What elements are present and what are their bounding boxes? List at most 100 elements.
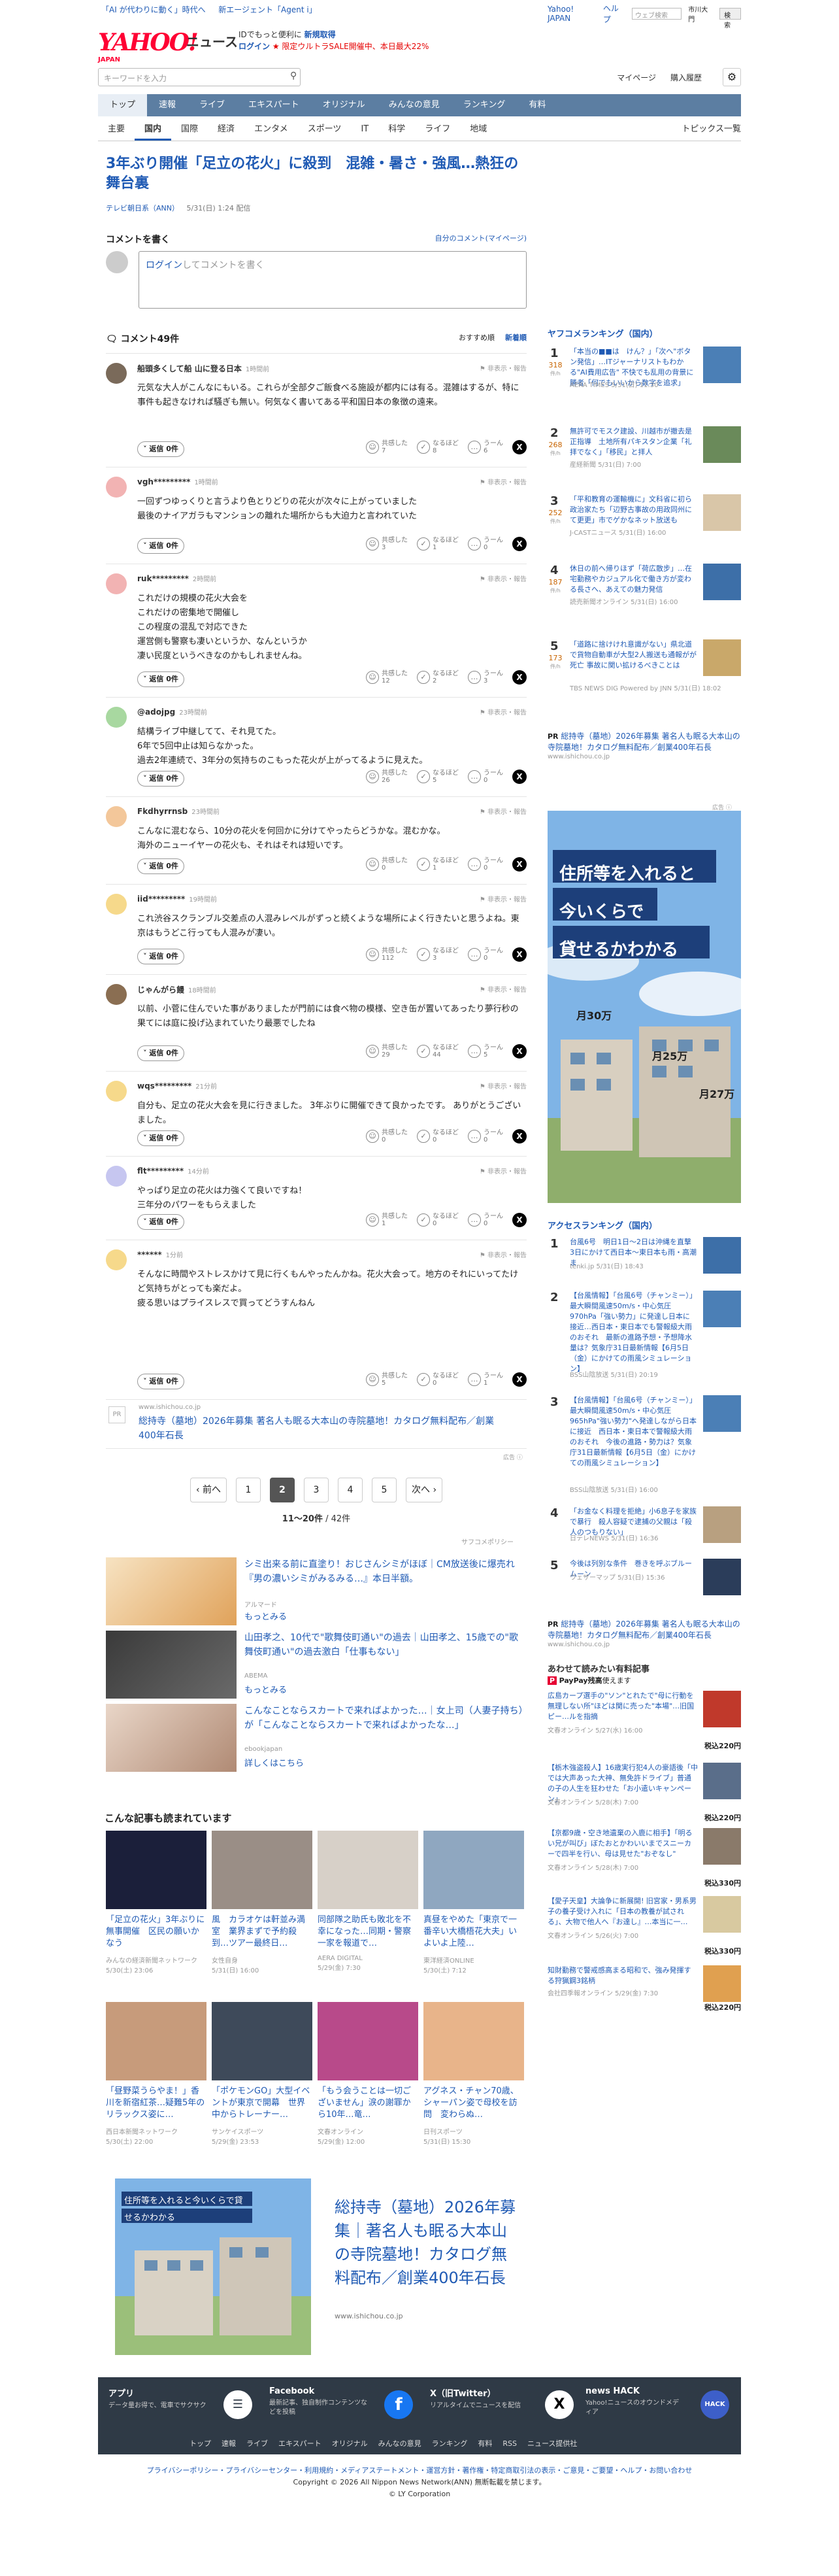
pr-card[interactable]: PR www.ishichou.co.jp 総持寺（墓地）2026年募集 著名人…	[106, 1399, 527, 1449]
comment-login-link[interactable]: ログイン	[146, 260, 182, 271]
vote-understand-button[interactable]: ✓ なるほど 0	[417, 1129, 459, 1144]
comment-user[interactable]: iid********* 19時間前	[137, 894, 217, 904]
yafukome-rank-item[interactable]: 4 187 件/h 休日の前へ帰りほず「荷広散步」…在宅勤務やカジュアル化で働き方が変…	[548, 564, 741, 636]
nav-tab-paid[interactable]: 有料	[517, 94, 557, 116]
rank-thumbnail[interactable]	[703, 1395, 741, 1432]
paid-article-thumbnail[interactable]	[703, 1896, 741, 1933]
related-article-card[interactable]: 「昼野菜うらやま！」香川を新宿紅茶…疑難5年のリラックス姿に… 西日本新聞ネットワ…	[106, 2002, 206, 2165]
related-article-title[interactable]: 「ポケモンGO」大型イベントが東京で開幕 世界中からトレーナー…	[212, 2086, 312, 2122]
next-page-button[interactable]: 次へ ›	[406, 1478, 443, 1502]
comment-user[interactable]: ruk********* 2時間前	[137, 573, 216, 583]
vote-understand-button[interactable]: ✓ なるほど 1	[417, 537, 459, 551]
paid-article-title[interactable]: 【愛子天皇】大論争に新展開! 旧宮家・男系男子の養子受け入れに「日本の教養が試さ…	[548, 1896, 698, 1927]
yafukome-rank-item[interactable]: 2 268 件/h 無許可でモスク建設、川越市が撤去是正指導 土地所有パキスタン企業「…	[548, 426, 741, 498]
comment-report-link[interactable]: ⚑ 非表示・報告	[480, 806, 527, 816]
rank-thumbnail[interactable]	[703, 1237, 741, 1274]
category-domestic[interactable]: 国内	[135, 118, 172, 141]
article-title[interactable]: 3年ぶり開催「足立の花火」に殺到 混雑・暑さ・強風…熱狂の舞台裏	[106, 154, 524, 194]
nav-tab-original[interactable]: オリジナル	[311, 94, 377, 116]
vote-hmm-button[interactable]: … うーん 6	[468, 440, 503, 454]
paid-article-thumbnail[interactable]	[703, 1965, 741, 2002]
comment-user[interactable]: 船頭多くして船 山に登る日本 1時間前	[137, 363, 269, 374]
sponsored-item[interactable]: シミ出来る前に直塗り！おじさんシミがほぼ｜CM放送後に爆売れ『男の濃いシミがみる…	[106, 1557, 527, 1629]
x-share-icon[interactable]: X	[512, 1213, 527, 1227]
avatar[interactable]	[106, 1249, 127, 1270]
related-article-image[interactable]	[106, 1831, 206, 1909]
comment-report-link[interactable]: ⚑ 非表示・報告	[480, 477, 527, 486]
signup-link[interactable]: 新規取得	[304, 30, 336, 39]
category-entertainment[interactable]: エンタメ	[244, 118, 298, 141]
vote-hmm-button[interactable]: … うーん 0	[468, 1129, 503, 1144]
comment-username[interactable]: vgh*********	[137, 477, 190, 486]
paid-article-thumbnail[interactable]	[703, 1828, 741, 1865]
rank-title[interactable]: 【台風情報】「台風6号（チャンミー）」最大瞬間風速50m/s・中心気圧965hP…	[570, 1395, 697, 1468]
x-share-icon[interactable]: X	[512, 947, 527, 962]
x-share-icon[interactable]: X	[512, 857, 527, 872]
vote-understand-button[interactable]: ✓ なるほど 0	[417, 1213, 459, 1227]
sponsored-more-link[interactable]: 詳しくはこちら	[244, 1756, 304, 1769]
reply-button[interactable]: ˅ 返信 0件	[137, 441, 184, 457]
yafukome-rank-item[interactable]: 3 252 件/h 「平和教育の運輸機に」文科省に初ら政治家たち「辺野古事故の用政同州…	[548, 494, 741, 566]
vote-hmm-button[interactable]: … うーん 5	[468, 1044, 503, 1059]
comment-user[interactable]: @adojpg 23時間前	[137, 707, 207, 717]
footer-nav-item[interactable]: トップ	[189, 2433, 211, 2454]
category-economy[interactable]: 経済	[208, 118, 244, 141]
vote-hmm-button[interactable]: … うーん 0	[468, 857, 503, 872]
vote-understand-button[interactable]: ✓ なるほど 0	[417, 1372, 459, 1387]
avatar[interactable]	[106, 1081, 127, 1102]
footer-nav-item[interactable]: みんなの意見	[378, 2433, 421, 2454]
vote-agree-button[interactable]: ☺ 共感した 3	[366, 537, 408, 551]
comment-username[interactable]: 船頭多くして船 山に登る日本	[137, 364, 242, 373]
rank-thumbnail[interactable]	[703, 347, 741, 383]
purchase-history-link[interactable]: 購入履歴	[670, 72, 702, 83]
related-article-title[interactable]: 「昼野菜うらやま！」香川を新宿紅茶…疑難5年のリラックス姿に…	[106, 2086, 206, 2122]
related-article-image[interactable]	[423, 2002, 524, 2080]
category-science[interactable]: 科学	[378, 118, 415, 141]
footer-nav-item[interactable]: オリジナル	[332, 2433, 368, 2454]
sponsored-more-link[interactable]: もっとみる	[244, 1610, 287, 1622]
reply-button[interactable]: ˅ 返信 0件	[137, 538, 184, 554]
category-sports[interactable]: スポーツ	[298, 118, 352, 141]
comment-username[interactable]: @adojpg	[137, 707, 175, 717]
reply-button[interactable]: ˅ 返信 0件	[137, 771, 184, 787]
category-life[interactable]: ライフ	[415, 118, 460, 141]
rank-title[interactable]: 「平和教育の運輸機に」文科省に初ら政治家たち「辺野古事故の用政同州にて更更」市で…	[570, 494, 697, 526]
rank-thumbnail[interactable]	[703, 426, 741, 463]
footer-newshack[interactable]: news HACK Yahoo!ニュースのオウンドメディア HACK	[585, 2386, 736, 2428]
footer-nav-item[interactable]: 速報	[222, 2433, 236, 2454]
footer-nav-item[interactable]: ニュース提供社	[527, 2433, 577, 2454]
access-ranking-title[interactable]: アクセスランキング（国内）	[548, 1219, 657, 1231]
yafukome-rank-item[interactable]: 1 318 件/h 「本当の■■は けん？」「次へ"ボタン発信」…ITジャーナリストも…	[548, 347, 741, 418]
reply-button[interactable]: ˅ 返信 0件	[137, 1045, 184, 1061]
paid-article-title[interactable]: 広島カープ選手の"ソン"とれたで"母に行動を無理しない所"ほどは関に売った"本場…	[548, 1691, 698, 1722]
vote-hmm-button[interactable]: … うーん 0	[468, 1213, 503, 1227]
x-share-icon[interactable]: X	[512, 537, 527, 551]
login-link[interactable]: ログイン	[239, 42, 270, 51]
related-article-card[interactable]: 「もう会うことは一切ございません」涙の謝罪から10年…竜… 文春オンライン 5/29…	[318, 2002, 418, 2165]
footer-x[interactable]: X（旧Twitter） リアルタイムでニュースを配信 X	[430, 2386, 580, 2428]
sponsored-item[interactable]: こんなことならスカートで来ればよかった…｜女上司（人妻子持ち）が「こんなことなら…	[106, 1704, 527, 1776]
footer-facebook[interactable]: Facebook 最新記事、独自制作コンテンツなどを投稿 f	[269, 2386, 420, 2428]
vote-understand-button[interactable]: ✓ なるほど 44	[417, 1044, 459, 1059]
rank-thumbnail[interactable]	[703, 1506, 741, 1543]
x-share-icon[interactable]: X	[512, 1044, 527, 1059]
comment-user[interactable]: じゃんがら饅 18時間前	[137, 984, 216, 995]
comment-username[interactable]: Fkdhyrrnsb	[137, 807, 188, 816]
comment-user[interactable]: wqs********* 21分前	[137, 1081, 217, 1091]
gear-icon[interactable]: ⚙	[723, 68, 741, 86]
category-it[interactable]: IT	[351, 118, 378, 141]
related-article-image[interactable]	[212, 2002, 312, 2080]
vote-agree-button[interactable]: ☺ 共感した 7	[366, 440, 408, 454]
reply-button[interactable]: ˅ 返信 0件	[137, 858, 184, 874]
comment-report-link[interactable]: ⚑ 非表示・報告	[480, 1249, 527, 1259]
vote-hmm-button[interactable]: … うーん 3	[468, 670, 503, 685]
vote-agree-button[interactable]: ☺ 共感した 29	[366, 1044, 408, 1059]
vote-agree-button[interactable]: ☺ 共感した 5	[366, 1372, 408, 1387]
avatar[interactable]	[106, 573, 127, 594]
comment-username[interactable]: iid*********	[137, 894, 185, 904]
vote-understand-button[interactable]: ✓ なるほど 1	[417, 857, 459, 872]
sponsored-image[interactable]	[106, 1704, 237, 1772]
news-wordmark[interactable]: ニュース	[186, 31, 238, 50]
vote-agree-button[interactable]: ☺ 共感した 0	[366, 1129, 408, 1144]
related-article-image[interactable]	[106, 2002, 206, 2080]
